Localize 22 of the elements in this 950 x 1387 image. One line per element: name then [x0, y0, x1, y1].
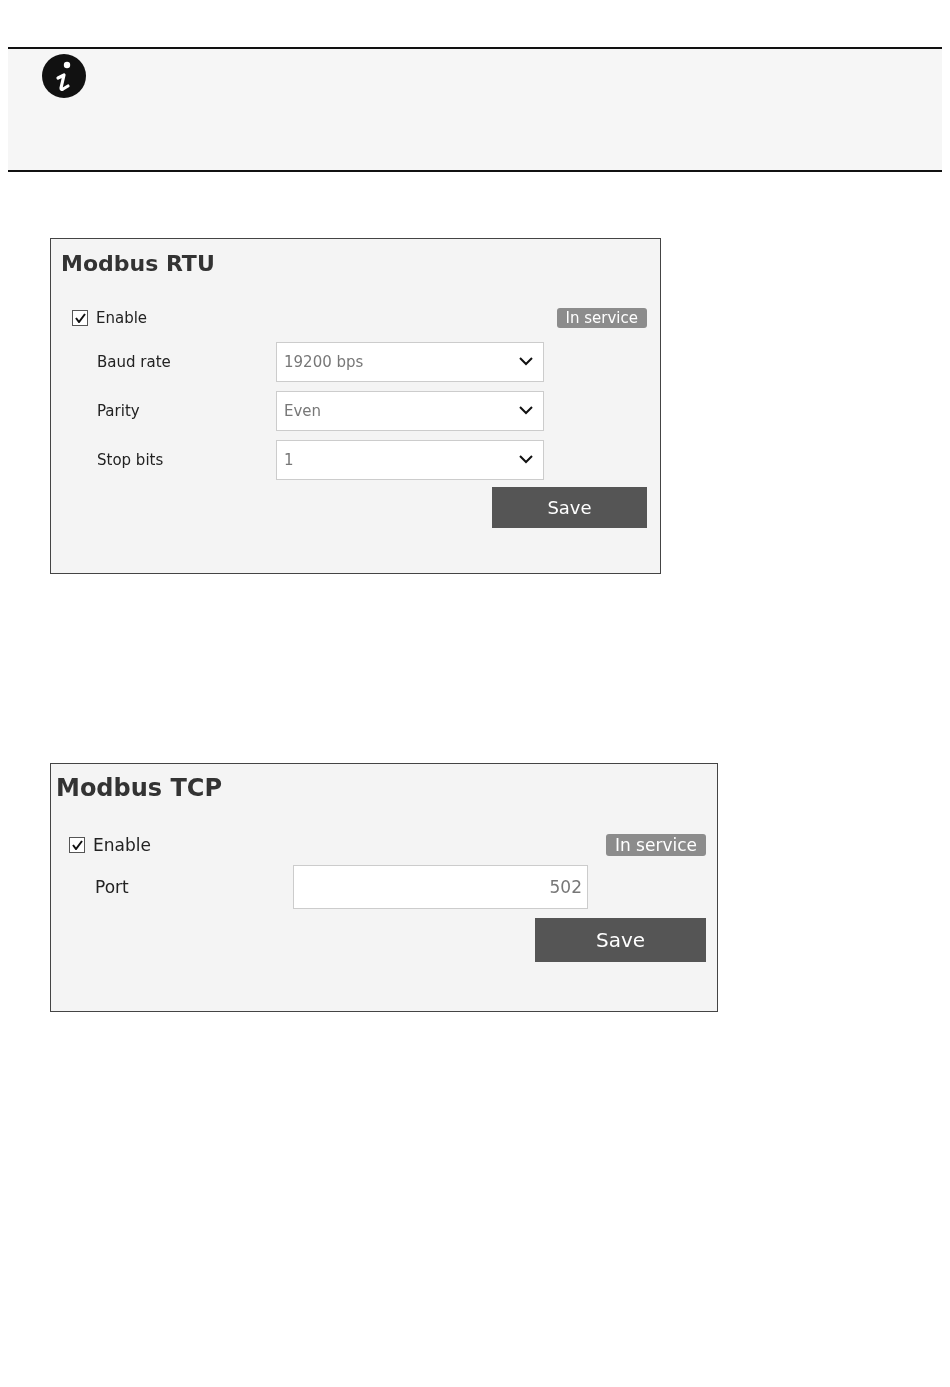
dropdown[interactable]: 1 [276, 439, 544, 480]
checkmark-icon [74, 313, 86, 323]
input-field[interactable]: 502 [293, 865, 588, 909]
field-label: Parity [97, 401, 141, 420]
enable-checkbox[interactable]: Enable [72, 309, 148, 327]
status-badge: In service [605, 834, 706, 856]
chevron-down-icon [519, 357, 533, 366]
dropdown[interactable]: 19200 bps [276, 341, 544, 382]
checkmark-icon [71, 840, 83, 850]
enable-checkbox[interactable]: Enable [69, 835, 151, 855]
panel-title: Modbus TCP [56, 774, 224, 804]
save-button[interactable]: Save [492, 487, 647, 528]
save-button[interactable]: Save [535, 918, 706, 962]
field-label: Baud rate [97, 352, 172, 371]
field-label: Port [95, 877, 130, 897]
info-icon [42, 54, 86, 98]
chevron-down-icon [519, 406, 533, 415]
panel-title: Modbus RTU [61, 251, 216, 278]
chevron-down-icon [519, 455, 533, 464]
status-badge: In service [556, 308, 647, 328]
field-label: Stop bits [97, 450, 165, 469]
dropdown[interactable]: Even [276, 390, 544, 431]
